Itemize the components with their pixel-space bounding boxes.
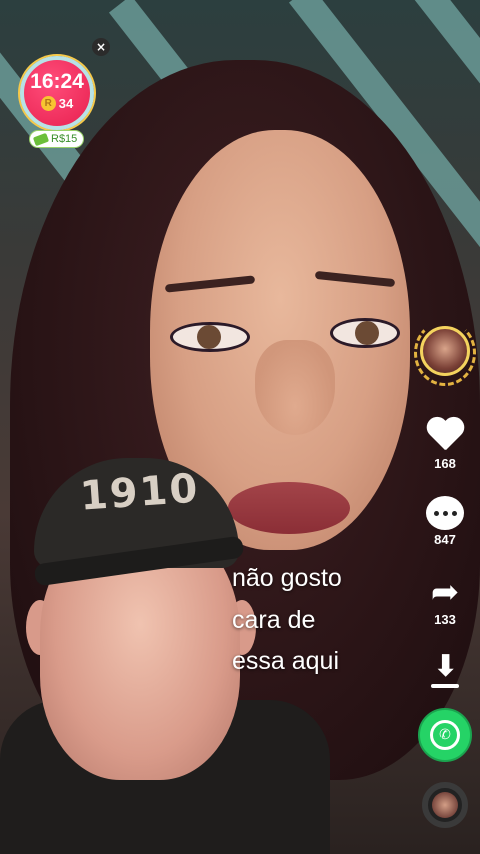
close-icon[interactable]: × bbox=[92, 38, 110, 56]
video-background[interactable]: 1910 não gosto cara de essa aqui bbox=[0, 0, 480, 854]
caption-line: essa aqui bbox=[232, 647, 340, 675]
cap-text: 1910 bbox=[78, 465, 201, 520]
comment-button[interactable]: 847 bbox=[412, 496, 478, 547]
music-disc-icon bbox=[422, 782, 468, 828]
reward-timer[interactable]: 16:24 R 34 bbox=[20, 56, 94, 130]
coin-count: 34 bbox=[58, 96, 74, 111]
comment-count: 847 bbox=[434, 532, 456, 547]
whatsapp-share-button[interactable]: ✆ bbox=[412, 708, 478, 762]
coin-counter: R 34 bbox=[24, 96, 90, 111]
cash-icon bbox=[32, 132, 50, 146]
timer-time: 16:24 bbox=[30, 70, 84, 93]
woman-right-eye bbox=[330, 318, 400, 348]
video-caption: não gosto cara de essa aqui bbox=[232, 558, 402, 683]
download-icon: ⬇ bbox=[425, 652, 465, 692]
share-button[interactable]: ➦ 133 bbox=[412, 574, 478, 627]
creator-avatar-button[interactable] bbox=[414, 320, 476, 386]
whatsapp-icon: ✆ bbox=[418, 708, 472, 762]
iris bbox=[197, 325, 221, 349]
cash-reward-badge[interactable]: R$15 bbox=[29, 130, 85, 148]
heart-icon bbox=[425, 416, 465, 454]
avatar bbox=[420, 326, 470, 376]
iris bbox=[355, 321, 379, 345]
caption-line: não gosto bbox=[232, 564, 342, 592]
coin-icon: R bbox=[40, 96, 56, 111]
woman-nose bbox=[255, 340, 335, 435]
cash-reward-text: R$15 bbox=[51, 133, 78, 145]
like-count: 168 bbox=[434, 456, 456, 471]
woman-left-eye bbox=[170, 322, 250, 352]
share-count: 133 bbox=[434, 612, 456, 627]
like-button[interactable]: 168 bbox=[412, 416, 478, 471]
share-icon: ➦ bbox=[430, 572, 460, 612]
comment-icon bbox=[426, 496, 464, 530]
download-button[interactable]: ⬇ bbox=[412, 652, 478, 692]
music-disc-button[interactable] bbox=[412, 782, 478, 828]
caption-line: cara de bbox=[232, 605, 316, 634]
